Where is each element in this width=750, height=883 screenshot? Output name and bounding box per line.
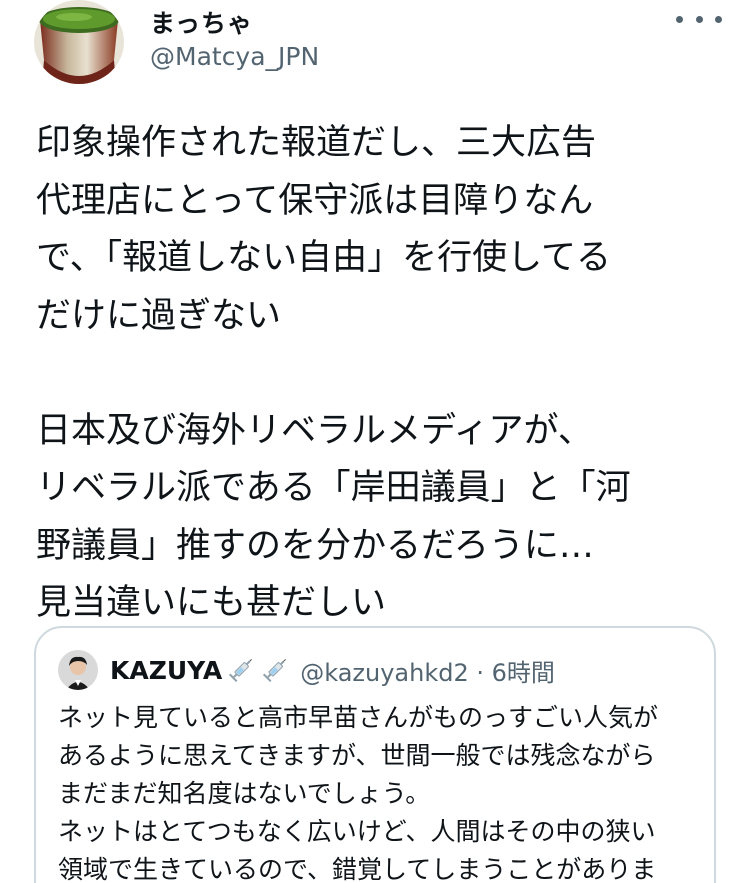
quoted-tweet-line: ネットはとてつもなく広いけど、人間はその中の狭い [58, 817, 656, 846]
more-horizontal-icon [676, 15, 683, 23]
syringe-icon [229, 659, 253, 683]
quoted-tweet-line: ネット見ていると高市早苗さんがものっすごい人気が [58, 703, 659, 732]
quoted-author-handle-time: @kazuyahkd2 · 6時間 [300, 658, 555, 687]
quoted-tweet-line: 領域で生きているので、錯覚してしまうことがありま [58, 855, 657, 883]
tweet-view: まっちゃ @Matcya_JPN 印象操作された報道だし、三大広告 代理店にとっ… [0, 0, 750, 883]
author-display-name[interactable]: まっちゃ [150, 4, 253, 40]
quoted-tweet-card[interactable]: KAZUYA @kazuyahkd2 · 6時間 ネット見ていると高市早苗さんが… [34, 626, 716, 883]
more-dot [695, 15, 703, 23]
tweet-line: 野議員」推すのを分かるだろうに… [36, 525, 594, 566]
quoted-author-avatar[interactable] [58, 650, 98, 690]
tweet-text: 印象操作された報道だし、三大広告 代理店にとって保守派は目障りなん で、「報道し… [36, 115, 726, 633]
quoted-tweet-header: KAZUYA @kazuyahkd2 · 6時間 [58, 650, 555, 690]
tweet-line: 見当違いにも甚だしい [36, 583, 387, 623]
tweet-line: 印象操作された報道だし、三大広告 [36, 123, 597, 163]
person-avatar-icon [58, 650, 98, 690]
tweet-line: 代理店にとって保守派は目障りなん [36, 180, 594, 221]
author-avatar[interactable] [34, 0, 124, 84]
author-handle[interactable]: @Matcya_JPN [150, 42, 319, 71]
matcha-cup-icon [34, 0, 124, 84]
quoted-tweet-line: あるように思えてきますが、世間一般では残念ながら [58, 741, 656, 770]
tweet-line: リベラル派である「岸田議員」と「河 [36, 468, 631, 508]
quoted-tweet-line: まだまだ知名度はないでしょう。 [58, 779, 431, 808]
more-dot [715, 15, 722, 23]
tweet-line: だけに過ぎない [36, 295, 282, 336]
quoted-author-name[interactable]: KAZUYA [110, 656, 222, 685]
more-options-button[interactable] [676, 6, 722, 32]
tweet-line: 日本及び海外リベラルメディアが、 [36, 410, 593, 451]
syringe-icon [263, 659, 287, 683]
quoted-tweet-text: ネット見ていると高市早苗さんがものっすごい人気が あるように思えてきますが、世間… [58, 699, 718, 883]
tweet-line: で、「報道しない自由」を行使してる [36, 238, 612, 278]
